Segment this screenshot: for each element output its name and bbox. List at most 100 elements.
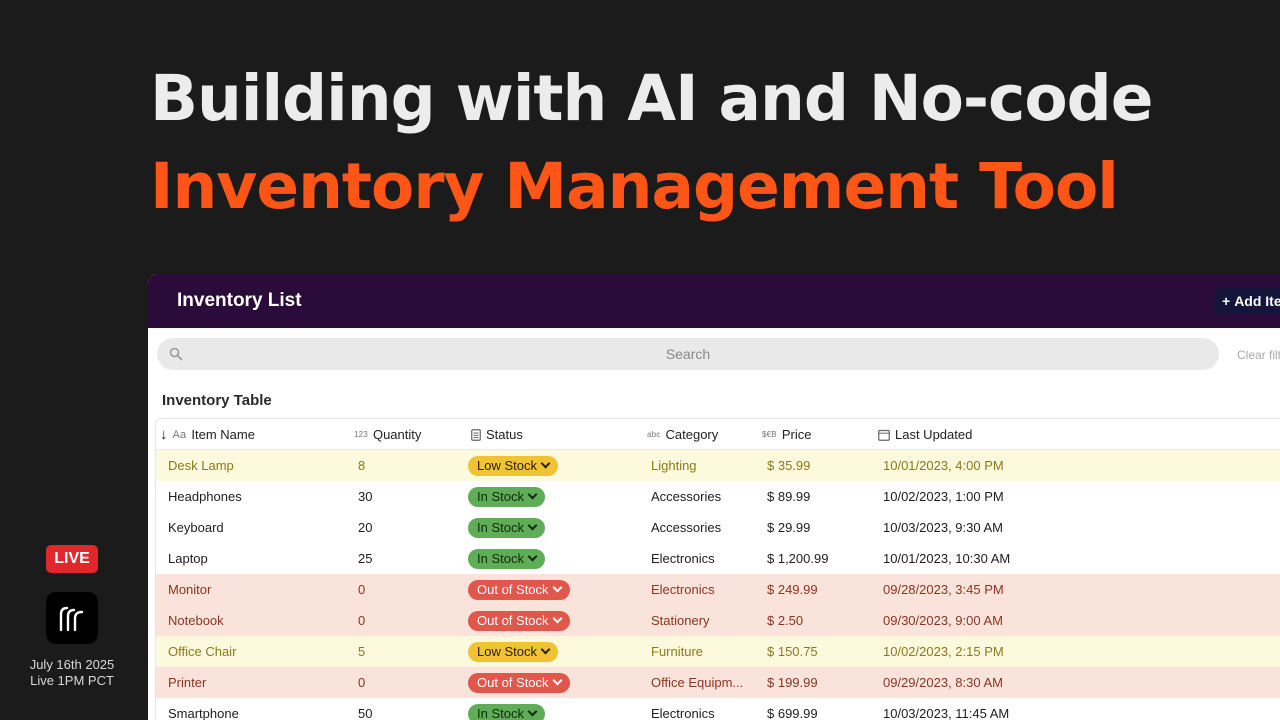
cell-last-updated[interactable]: 10/03/2023, 9:30 AM	[883, 512, 1083, 543]
app-title: Inventory List	[177, 290, 302, 311]
cell-last-updated[interactable]: 10/02/2023, 2:15 PM	[883, 636, 1083, 667]
currency-type-icon: $€B	[762, 430, 777, 439]
column-price[interactable]: $€B Price	[762, 419, 811, 450]
cell-price[interactable]: $ 35.99	[767, 450, 872, 481]
live-badge: LIVE	[46, 545, 98, 573]
column-last-updated[interactable]: Last Updated	[878, 419, 972, 450]
cell-price[interactable]: $ 150.75	[767, 636, 872, 667]
cell-quantity[interactable]: 0	[358, 574, 458, 605]
cell-quantity[interactable]: 8	[358, 450, 458, 481]
table-row[interactable]: Keyboard 20 In Stock Accessories $ 29.99 10/0…	[156, 512, 1280, 543]
status-dropdown[interactable]: In Stock	[468, 486, 545, 507]
column-item-name[interactable]: ↓ Aa Item Name	[160, 419, 255, 450]
column-label: Quantity	[372, 427, 422, 442]
cell-category[interactable]: Office Equipm...	[651, 667, 756, 698]
cell-price[interactable]: $ 249.99	[767, 574, 872, 605]
cell-status: In Stock	[468, 512, 638, 543]
cell-item-name[interactable]: Laptop	[168, 543, 348, 574]
status-dropdown[interactable]: Low Stock	[468, 455, 558, 476]
chevron-down-icon	[540, 644, 551, 655]
table-row[interactable]: Desk Lamp 8 Low Stock Lighting $ 35.99 10/01/…	[156, 450, 1280, 481]
cell-last-updated[interactable]: 10/02/2023, 1:00 PM	[883, 481, 1083, 512]
column-category[interactable]: abc Category	[647, 419, 718, 450]
cell-item-name[interactable]: Notebook	[168, 605, 348, 636]
column-label: Price	[781, 427, 812, 442]
cell-price[interactable]: $ 699.99	[767, 698, 872, 720]
text-type-icon: abc	[647, 430, 661, 439]
cell-category[interactable]: Accessories	[651, 512, 756, 543]
status-dropdown[interactable]: In Stock	[468, 517, 545, 538]
cell-item-name[interactable]: Desk Lamp	[168, 450, 348, 481]
table-row[interactable]: Smartphone 50 In Stock Electronics $ 699.99 1…	[156, 698, 1280, 720]
headline-line-2: Inventory Management Tool	[150, 150, 1119, 223]
cell-category[interactable]: Stationery	[651, 605, 756, 636]
table-row[interactable]: Notebook 0 Out of Stock Stationery $ 2.50 09/…	[156, 605, 1280, 636]
cell-price[interactable]: $ 89.99	[767, 481, 872, 512]
status-label: In Stock	[477, 706, 524, 720]
table-title: Inventory Table	[162, 392, 272, 409]
cell-category[interactable]: Electronics	[651, 574, 756, 605]
cell-category[interactable]: Furniture	[651, 636, 756, 667]
table-row[interactable]: Laptop 25 In Stock Electronics $ 1,200.99 10/…	[156, 543, 1280, 574]
chevron-down-icon	[527, 520, 538, 531]
cell-item-name[interactable]: Office Chair	[168, 636, 348, 667]
cell-quantity[interactable]: 30	[358, 481, 458, 512]
cell-price[interactable]: $ 199.99	[767, 667, 872, 698]
status-dropdown[interactable]: Low Stock	[468, 641, 558, 662]
status-dropdown[interactable]: In Stock	[468, 548, 545, 569]
column-status[interactable]: Status	[471, 419, 523, 450]
table-header: ↓ Aa Item Name 123 Quantity Status abc C…	[156, 419, 1280, 450]
cell-item-name[interactable]: Headphones	[168, 481, 348, 512]
status-dropdown[interactable]: Out of Stock	[468, 610, 570, 631]
column-quantity[interactable]: 123 Quantity	[354, 419, 421, 450]
cell-quantity[interactable]: 25	[358, 543, 458, 574]
column-label: Item Name	[191, 427, 255, 442]
headline-line-1: Building with AI and No-code	[150, 62, 1153, 135]
cell-last-updated[interactable]: 09/29/2023, 8:30 AM	[883, 667, 1083, 698]
cell-quantity[interactable]: 5	[358, 636, 458, 667]
table-row[interactable]: Office Chair 5 Low Stock Furniture $ 150.75 1…	[156, 636, 1280, 667]
calendar-icon	[878, 429, 890, 441]
table-row[interactable]: Printer 0 Out of Stock Office Equipm... $ 19…	[156, 667, 1280, 698]
status-dropdown[interactable]: In Stock	[468, 703, 545, 720]
cell-last-updated[interactable]: 10/01/2023, 10:30 AM	[883, 543, 1083, 574]
status-label: In Stock	[477, 551, 524, 566]
cell-status: Out of Stock	[468, 574, 638, 605]
status-label: Out of Stock	[477, 582, 549, 597]
cell-last-updated[interactable]: 10/03/2023, 11:45 AM	[883, 698, 1083, 720]
cell-item-name[interactable]: Smartphone	[168, 698, 348, 720]
status-dropdown[interactable]: Out of Stock	[468, 672, 570, 693]
search-row: Clear filt	[148, 328, 1280, 386]
search-bar[interactable]	[157, 338, 1219, 370]
table-row[interactable]: Monitor 0 Out of Stock Electronics $ 249.99 0…	[156, 574, 1280, 605]
cell-quantity[interactable]: 0	[358, 605, 458, 636]
cell-price[interactable]: $ 2.50	[767, 605, 872, 636]
cell-item-name[interactable]: Monitor	[168, 574, 348, 605]
cell-category[interactable]: Accessories	[651, 481, 756, 512]
cell-quantity[interactable]: 20	[358, 512, 458, 543]
cell-price[interactable]: $ 29.99	[767, 512, 872, 543]
cell-last-updated[interactable]: 10/01/2023, 4:00 PM	[883, 450, 1083, 481]
cell-item-name[interactable]: Keyboard	[168, 512, 348, 543]
cell-status: In Stock	[468, 698, 638, 720]
cell-category[interactable]: Lighting	[651, 450, 756, 481]
cell-category[interactable]: Electronics	[651, 698, 756, 720]
sort-descending-icon: ↓	[160, 426, 168, 443]
text-type-icon: Aa	[172, 428, 187, 441]
search-input[interactable]	[157, 346, 1219, 362]
status-label: In Stock	[477, 489, 524, 504]
brand-logo-icon	[46, 592, 98, 644]
cell-item-name[interactable]: Printer	[168, 667, 348, 698]
table-row[interactable]: Headphones 30 In Stock Accessories $ 89.99 10…	[156, 481, 1280, 512]
cell-quantity[interactable]: 0	[358, 667, 458, 698]
live-date: July 16th 2025	[29, 657, 115, 672]
clear-filters-link[interactable]: Clear filt	[1237, 348, 1280, 362]
cell-last-updated[interactable]: 09/28/2023, 3:45 PM	[883, 574, 1083, 605]
cell-price[interactable]: $ 1,200.99	[767, 543, 872, 574]
cell-last-updated[interactable]: 09/30/2023, 9:00 AM	[883, 605, 1083, 636]
status-dropdown[interactable]: Out of Stock	[468, 579, 570, 600]
status-label: Low Stock	[477, 458, 537, 473]
add-item-button[interactable]: + Add Ite	[1214, 288, 1280, 314]
cell-quantity[interactable]: 50	[358, 698, 458, 720]
cell-category[interactable]: Electronics	[651, 543, 756, 574]
